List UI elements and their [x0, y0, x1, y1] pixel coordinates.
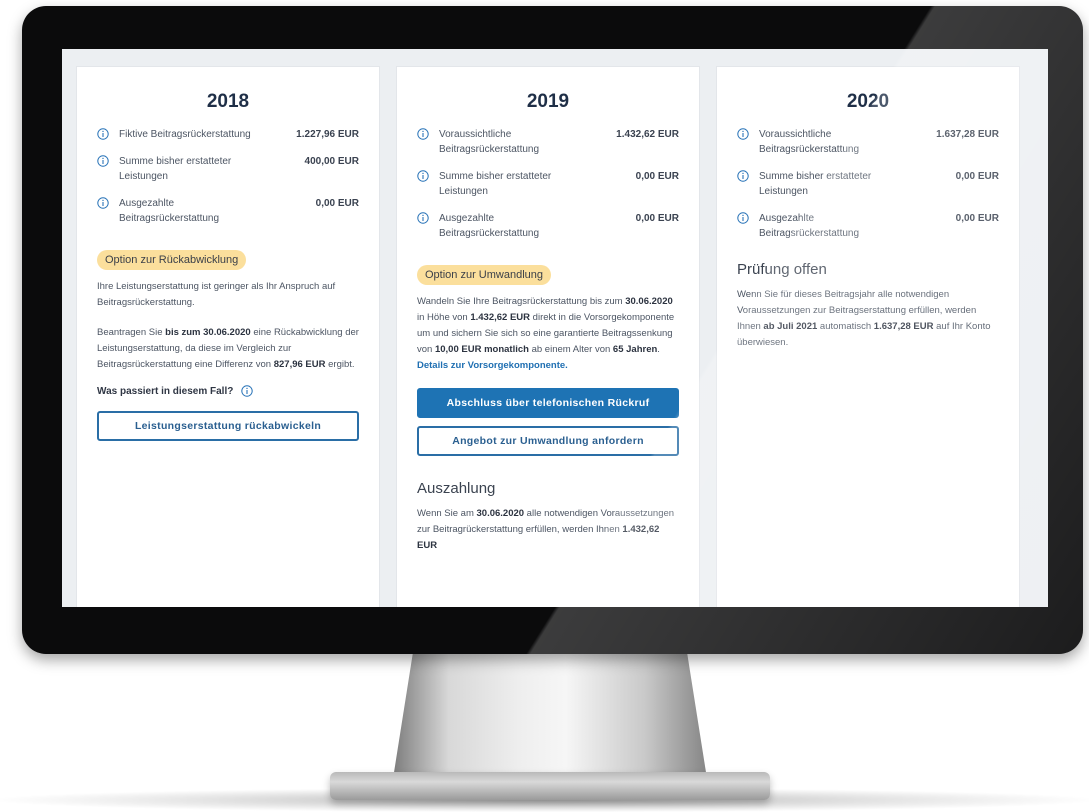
info-circle-icon[interactable] — [417, 128, 429, 140]
text: . — [657, 344, 660, 355]
stat-label: Voraussichtliche Beitragsrückerstattung — [439, 129, 540, 155]
bold-text: 827,96 EUR — [273, 359, 326, 370]
text: Wenn Sie am — [417, 508, 477, 519]
option-badge: Option zur Rückabwicklung — [97, 250, 247, 270]
info-paragraph: Wenn Sie für dieses Beitragsjahr alle no… — [737, 287, 999, 351]
info-circle-icon[interactable] — [97, 155, 109, 167]
stat-label: Ausgezahlte Beitragsrückerstattung — [759, 213, 860, 239]
bold-text: 65 Jahren — [612, 344, 658, 355]
year-heading: 2020 — [846, 91, 890, 112]
faq-question: Was passiert in diesem Fall? — [97, 385, 359, 397]
button-wrap: Leistungserstattung rückabwickeln — [97, 411, 359, 441]
text: in Höhe von — [417, 312, 471, 323]
stat-label: Fiktive Beitragsrückerstattung — [119, 129, 251, 140]
stat-label: Ausgezahlte Beitragsrückerstattung — [439, 213, 540, 239]
faq-question-text: Was passiert in diesem Fall? — [97, 385, 234, 397]
stat-row: Summe bisher erstatteter Leistungen 400,… — [97, 154, 359, 184]
stat-row: Ausgezahlte Beitragsrückerstattung 0,00 … — [417, 211, 679, 241]
stat-row: Fiktive Beitragsrückerstattung 1.227,96 … — [97, 127, 359, 142]
rueckruf-button[interactable]: Abschluss über telefonischen Rückruf — [417, 388, 679, 418]
year-card-2020: 2020 Voraussichtliche Beitragsrückerstat… — [717, 67, 1019, 607]
text: Beantragen Sie — [97, 327, 166, 338]
year-card-2018: 2018 Fiktive Beitragsrückerstattung 1.22… — [77, 67, 379, 607]
info-paragraph: Ihre Leistungserstattung ist geringer al… — [97, 281, 336, 308]
monitor-frame: 2018 Fiktive Beitragsrückerstattung 1.22… — [22, 6, 1083, 654]
stat-value: 0,00 EUR — [955, 171, 999, 182]
info-circle-icon[interactable] — [737, 128, 749, 140]
monitor-stand-neck — [392, 645, 708, 785]
bold-text: 1.637,28 EUR — [873, 321, 934, 332]
section-title: Prüfung offen — [737, 261, 827, 278]
button-wrap: Angebot zur Umwandlung anfordern — [417, 426, 679, 456]
section-title: Auszahlung — [417, 480, 496, 497]
rueckabwickeln-button[interactable]: Leistungserstattung rückabwickeln — [97, 411, 359, 441]
year-card-2019: 2019 Voraussichtliche Beitragsrückerstat… — [397, 67, 699, 607]
stat-value: 1.637,28 EUR — [936, 129, 999, 140]
stat-value: 0,00 EUR — [955, 213, 999, 224]
text: Wandeln Sie Ihre Beitragsrückerstattung … — [417, 296, 626, 307]
bold-text: 10,00 EUR monatlich — [434, 344, 529, 355]
info-circle-icon[interactable] — [97, 197, 109, 209]
stat-label: Voraussichtliche Beitragsrückerstattung — [759, 129, 860, 155]
stat-value: 400,00 EUR — [304, 156, 359, 167]
info-circle-icon[interactable] — [417, 170, 429, 182]
stat-label: Summe bisher erstatteter Leistungen — [759, 171, 872, 197]
year-heading: 2018 — [206, 91, 250, 112]
text: automatisch — [817, 321, 874, 332]
stat-row: Summe bisher erstatteter Leistungen 0,00… — [737, 169, 999, 199]
bold-text: bis zum 30.06.2020 — [165, 327, 251, 338]
stat-value: 0,00 EUR — [635, 171, 679, 182]
stat-value: 1.227,96 EUR — [296, 129, 359, 140]
info-paragraph: Wenn Sie am 30.06.2020 alle notwendigen … — [417, 506, 679, 554]
info-paragraph: Beantragen Sie bis zum 30.06.2020 eine R… — [97, 325, 359, 373]
stat-row: Voraussichtliche Beitragsrückerstattung … — [737, 127, 999, 157]
bold-text: ab Juli 2021 — [763, 321, 818, 332]
info-circle-icon[interactable] — [241, 385, 254, 397]
info-paragraph: Wandeln Sie Ihre Beitragsrückerstattung … — [417, 294, 679, 374]
button-wrap: Abschluss über telefonischen Rückruf — [417, 388, 679, 418]
stat-value: 1.432,62 EUR — [616, 129, 679, 140]
year-heading: 2019 — [526, 91, 570, 112]
vorsorge-details-link[interactable]: Details zur Vorsorgekomponente. — [417, 360, 568, 371]
info-circle-icon[interactable] — [737, 170, 749, 182]
umwandlung-anfordern-button[interactable]: Angebot zur Umwandlung anfordern — [417, 426, 679, 456]
info-circle-icon[interactable] — [97, 128, 109, 140]
text: ergibt. — [325, 359, 355, 370]
bold-text: 30.06.2020 — [476, 508, 525, 519]
stat-value: 0,00 EUR — [315, 198, 359, 209]
screen: 2018 Fiktive Beitragsrückerstattung 1.22… — [62, 49, 1048, 607]
stat-label: Summe bisher erstatteter Leistungen — [439, 171, 552, 197]
stat-row: Ausgezahlte Beitragsrückerstattung 0,00 … — [737, 211, 999, 241]
stat-row: Voraussichtliche Beitragsrückerstattung … — [417, 127, 679, 157]
stat-row: Ausgezahlte Beitragsrückerstattung 0,00 … — [97, 196, 359, 226]
option-badge: Option zur Umwandlung — [417, 265, 552, 285]
scene: 2018 Fiktive Beitragsrückerstattung 1.22… — [0, 0, 1089, 812]
monitor-stand-base — [330, 772, 770, 800]
info-circle-icon[interactable] — [417, 212, 429, 224]
stat-value: 0,00 EUR — [635, 213, 679, 224]
stat-label: Summe bisher erstatteter Leistungen — [119, 156, 232, 182]
bold-text: 30.06.2020 — [625, 296, 673, 307]
stat-row: Summe bisher erstatteter Leistungen 0,00… — [417, 169, 679, 199]
info-circle-icon[interactable] — [737, 212, 749, 224]
text: ab einem Alter von — [528, 344, 613, 355]
bold-text: 1.432,62 EUR — [470, 312, 531, 323]
stat-label: Ausgezahlte Beitragsrückerstattung — [119, 198, 220, 224]
